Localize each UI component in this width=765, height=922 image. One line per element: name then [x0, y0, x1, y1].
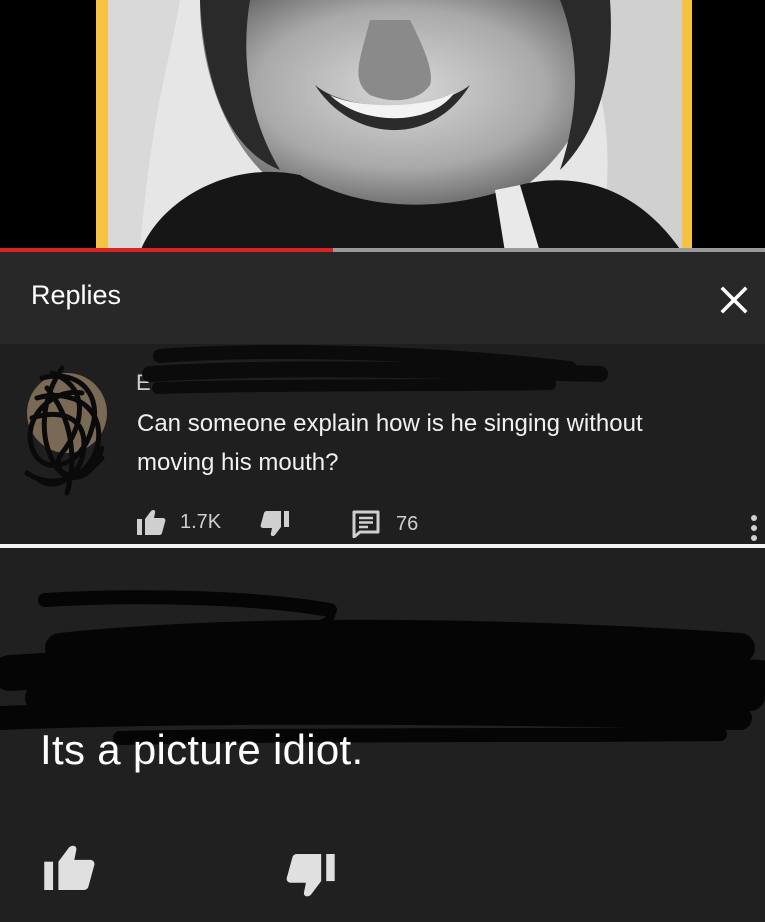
- reply-like-button[interactable]: [40, 844, 98, 890]
- comment-icon: [352, 510, 380, 538]
- comment-text: Can someone explain how is he singing wi…: [137, 410, 643, 476]
- reply-dislike-button[interactable]: [283, 854, 339, 898]
- thumbs-down-icon: [260, 511, 289, 537]
- avatar[interactable]: [22, 358, 112, 498]
- replies-title: Replies: [31, 280, 122, 310]
- reply-count: 76: [396, 512, 419, 535]
- replies-header: Replies: [0, 252, 765, 344]
- video-frame-image: [0, 0, 765, 252]
- author-name-redaction: E: [136, 345, 608, 395]
- like-button[interactable]: 1.7K: [136, 509, 221, 535]
- dislike-button[interactable]: [260, 511, 290, 537]
- reply-text: Its a picture idiot.: [40, 726, 364, 773]
- thumbs-up-icon: [137, 509, 166, 535]
- more-vert-icon[interactable]: [746, 514, 762, 544]
- reply-count-button[interactable]: 76: [352, 510, 418, 538]
- like-count: 1.7K: [180, 510, 222, 533]
- close-icon: [720, 286, 748, 314]
- reply-comment: h Its a picture idiot.: [0, 548, 765, 922]
- video-player[interactable]: [0, 0, 765, 252]
- parent-comment: E Can someone explain how is he singing …: [0, 344, 765, 544]
- close-button[interactable]: [710, 276, 758, 324]
- thumbs-up-icon: [44, 845, 95, 890]
- thumbs-down-icon: [286, 854, 335, 897]
